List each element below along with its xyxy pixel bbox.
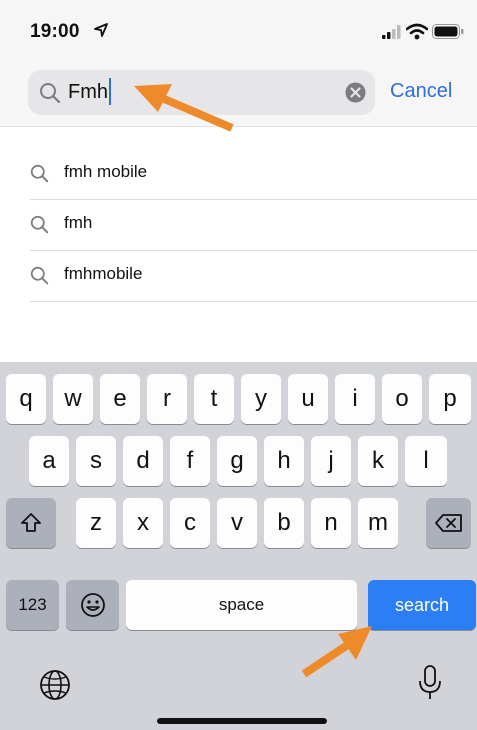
- key-p[interactable]: p: [429, 374, 471, 424]
- suggestion-item[interactable]: fmh: [30, 199, 477, 251]
- key-b[interactable]: b: [264, 498, 304, 548]
- search-input[interactable]: Fmh: [68, 81, 108, 104]
- suggestion-label: fmh: [64, 213, 93, 232]
- numbers-key[interactable]: 123: [6, 580, 59, 630]
- suggestion-item[interactable]: fmhmobile: [30, 250, 477, 302]
- location-arrow-icon: [94, 23, 108, 37]
- key-u[interactable]: u: [288, 374, 328, 424]
- key-z[interactable]: z: [76, 498, 116, 548]
- key-q[interactable]: q: [6, 374, 46, 424]
- key-l[interactable]: l: [405, 436, 447, 486]
- battery-icon: [432, 24, 464, 39]
- search-icon: [40, 83, 61, 104]
- key-a[interactable]: a: [29, 436, 69, 486]
- clear-text-icon[interactable]: [345, 82, 366, 103]
- wifi-icon: [406, 23, 428, 40]
- microphone-icon[interactable]: [417, 664, 443, 702]
- emoji-icon: [80, 593, 105, 617]
- backspace-icon: [434, 514, 462, 532]
- key-t[interactable]: t: [194, 374, 234, 424]
- search-icon: [30, 164, 49, 183]
- text-cursor: [109, 78, 111, 105]
- key-f[interactable]: f: [170, 436, 210, 486]
- key-e[interactable]: e: [100, 374, 140, 424]
- key-d[interactable]: d: [123, 436, 163, 486]
- annotation-arrow-icon: [134, 84, 234, 132]
- suggestion-label: fmh mobile: [64, 162, 148, 181]
- emoji-key[interactable]: [66, 580, 119, 630]
- search-key[interactable]: search: [368, 580, 476, 630]
- key-o[interactable]: o: [382, 374, 422, 424]
- key-m[interactable]: m: [358, 498, 398, 548]
- key-c[interactable]: c: [170, 498, 210, 548]
- home-indicator: [157, 718, 327, 724]
- key-s[interactable]: s: [76, 436, 116, 486]
- shift-key[interactable]: [6, 498, 56, 548]
- key-x[interactable]: x: [123, 498, 163, 548]
- search-icon: [30, 215, 49, 234]
- key-h[interactable]: h: [264, 436, 304, 486]
- key-j[interactable]: j: [311, 436, 351, 486]
- suggestion-item[interactable]: fmh mobile: [30, 148, 477, 200]
- globe-icon[interactable]: [38, 668, 72, 702]
- delete-key[interactable]: [426, 498, 471, 548]
- key-v[interactable]: v: [217, 498, 257, 548]
- key-w[interactable]: w: [53, 374, 93, 424]
- key-n[interactable]: n: [311, 498, 351, 548]
- key-i[interactable]: i: [335, 374, 375, 424]
- annotation-arrow-icon: [301, 626, 372, 678]
- cellular-signal-icon: [382, 25, 401, 39]
- shift-icon: [21, 513, 41, 532]
- key-r[interactable]: r: [147, 374, 187, 424]
- key-g[interactable]: g: [217, 436, 257, 486]
- key-y[interactable]: y: [241, 374, 281, 424]
- suggestion-label: fmhmobile: [64, 264, 143, 283]
- status-time: 19:00: [30, 21, 80, 42]
- search-icon: [30, 266, 49, 285]
- keyboard: q w e r t y u i o p a s d f g h j k l z …: [0, 362, 477, 730]
- cancel-button[interactable]: Cancel: [390, 80, 452, 103]
- key-k[interactable]: k: [358, 436, 398, 486]
